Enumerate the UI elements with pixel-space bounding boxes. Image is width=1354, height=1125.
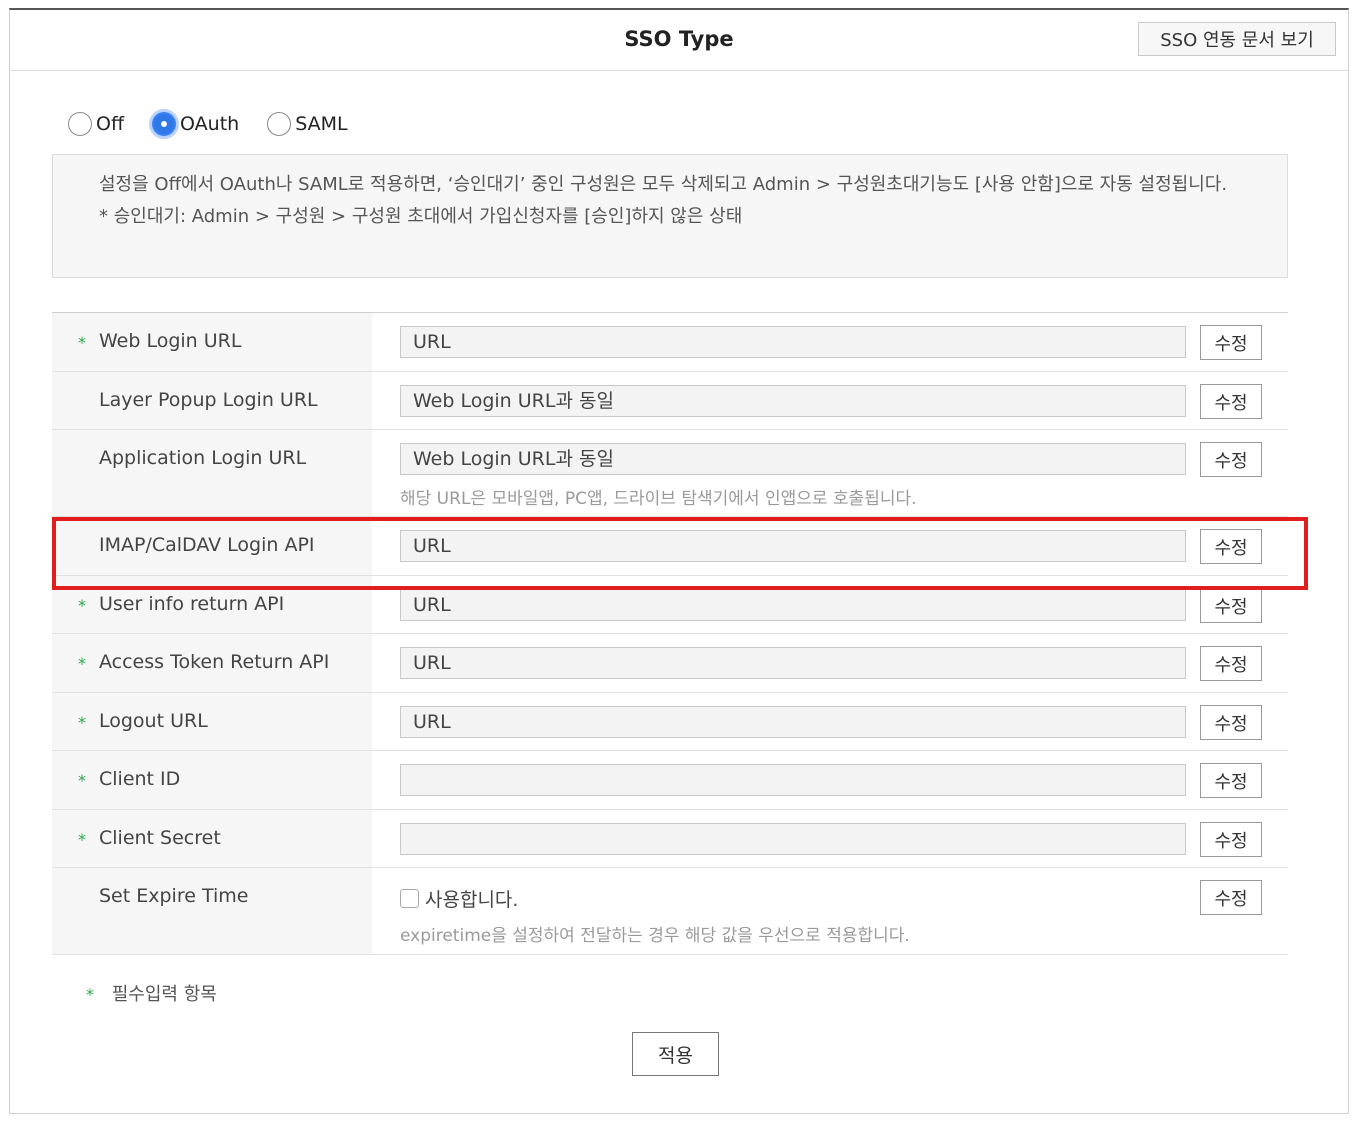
- sso-type-radio-group: Off OAuth SAML: [68, 112, 376, 136]
- required-note: * 필수입력 항목: [86, 980, 217, 1006]
- application-login-url-hint: 해당 URL은 모바일앱, PC앱, 드라이브 탐색기에서 인앱으로 호출됩니다…: [400, 489, 917, 509]
- required-mark: *: [78, 333, 86, 352]
- radio-oauth-circle[interactable]: [152, 112, 177, 136]
- row-label: User info return API: [99, 593, 285, 615]
- row-label: IMAP/CalDAV Login API: [99, 534, 315, 556]
- radio-off-circle[interactable]: [68, 112, 92, 136]
- row-application-login-url: Application Login URL Web Login URL과 동일 …: [52, 430, 1288, 517]
- row-client-secret: * Client Secret 수정: [52, 810, 1288, 868]
- field-cell: Web Login URL과 동일 수정 해당 URL은 모바일앱, PC앱, …: [372, 430, 1288, 516]
- required-mark: *: [78, 713, 86, 732]
- application-login-url-input[interactable]: Web Login URL과 동일: [400, 443, 1186, 475]
- row-access-token-return-api: * Access Token Return API URL 수정: [52, 634, 1288, 693]
- logout-url-input[interactable]: URL: [400, 706, 1186, 738]
- label-cell: Set Expire Time: [52, 868, 372, 954]
- field-cell: URL 수정: [372, 576, 1288, 633]
- radio-off-label: Off: [96, 113, 125, 135]
- row-label: Access Token Return API: [99, 651, 330, 673]
- row-layer-popup-login-url: Layer Popup Login URL Web Login URL과 동일 …: [52, 372, 1288, 430]
- row-label: Client Secret: [99, 827, 221, 849]
- expire-time-checkbox[interactable]: [400, 889, 419, 908]
- radio-oauth[interactable]: OAuth: [152, 112, 239, 136]
- expire-time-hint: expiretime을 설정하여 전달하는 경우 해당 값을 우선으로 적용합니…: [400, 926, 910, 946]
- required-mark: *: [78, 596, 86, 615]
- field-cell: URL 수정: [372, 517, 1288, 575]
- required-mark: *: [78, 771, 86, 790]
- notice-box: 설정을 Off에서 OAuth나 SAML로 적용하면, ‘승인대기’ 중인 구…: [52, 154, 1288, 278]
- required-mark: *: [86, 985, 94, 1004]
- label-cell: * Access Token Return API: [52, 634, 372, 692]
- label-cell: * User info return API: [52, 576, 372, 633]
- radio-saml-circle[interactable]: [267, 112, 292, 136]
- row-label: Set Expire Time: [99, 885, 249, 907]
- label-cell: Application Login URL: [52, 430, 372, 516]
- edit-button-imap-caldav-login-api[interactable]: 수정: [1200, 529, 1262, 564]
- required-mark: *: [78, 830, 86, 849]
- radio-oauth-label: OAuth: [180, 113, 240, 135]
- field-cell: URL 수정: [372, 634, 1288, 692]
- row-label: Application Login URL: [99, 447, 307, 469]
- notice-line-1: 설정을 Off에서 OAuth나 SAML로 적용하면, ‘승인대기’ 중인 구…: [99, 174, 1228, 195]
- required-note-text: 필수입력 항목: [111, 984, 217, 1005]
- row-client-id: * Client ID 수정: [52, 751, 1288, 810]
- row-label: Logout URL: [99, 710, 208, 732]
- notice-line-2: * 승인대기: Admin > 구성원 > 구성원 초대에서 가입신청자를 [승…: [99, 206, 743, 227]
- expire-time-checkbox-wrap[interactable]: 사용합니다.: [400, 885, 518, 912]
- radio-off[interactable]: Off: [68, 112, 124, 136]
- radio-saml[interactable]: SAML: [267, 112, 348, 136]
- access-token-return-api-input[interactable]: URL: [400, 647, 1186, 679]
- field-cell: URL 수정: [372, 313, 1288, 371]
- row-logout-url: * Logout URL URL 수정: [52, 693, 1288, 751]
- layer-popup-login-url-input[interactable]: Web Login URL과 동일: [400, 385, 1186, 417]
- sso-doc-button[interactable]: SSO 연동 문서 보기: [1138, 22, 1336, 56]
- apply-button[interactable]: 적용: [632, 1032, 719, 1076]
- client-secret-input[interactable]: [400, 823, 1186, 855]
- row-user-info-return-api: * User info return API URL 수정: [52, 576, 1288, 634]
- field-cell: URL 수정: [372, 693, 1288, 750]
- panel-header: SSO Type SSO 연동 문서 보기: [10, 10, 1348, 71]
- row-label: Web Login URL: [99, 330, 242, 352]
- imap-caldav-login-api-input[interactable]: URL: [400, 530, 1186, 562]
- edit-button-set-expire-time[interactable]: 수정: [1200, 880, 1262, 915]
- field-cell: 사용합니다. 수정 expiretime을 설정하여 전달하는 경우 해당 값을…: [372, 868, 1288, 954]
- required-mark: *: [78, 654, 86, 673]
- label-cell: * Client Secret: [52, 810, 372, 867]
- edit-button-client-id[interactable]: 수정: [1200, 763, 1262, 798]
- edit-button-logout-url[interactable]: 수정: [1200, 705, 1262, 740]
- client-id-input[interactable]: [400, 764, 1186, 796]
- expire-time-checkbox-label: 사용합니다.: [425, 889, 519, 911]
- label-cell: Layer Popup Login URL: [52, 372, 372, 429]
- field-cell: Web Login URL과 동일 수정: [372, 372, 1288, 429]
- edit-button-access-token-return-api[interactable]: 수정: [1200, 646, 1262, 681]
- label-cell: * Web Login URL: [52, 313, 372, 371]
- edit-button-client-secret[interactable]: 수정: [1200, 822, 1262, 857]
- row-imap-caldav-login-api: IMAP/CalDAV Login API URL 수정: [52, 517, 1288, 576]
- radio-saml-label: SAML: [295, 113, 348, 135]
- label-cell: * Logout URL: [52, 693, 372, 750]
- row-label: Layer Popup Login URL: [99, 389, 318, 411]
- edit-button-web-login-url[interactable]: 수정: [1200, 325, 1262, 360]
- row-label: Client ID: [99, 768, 181, 790]
- user-info-return-api-input[interactable]: URL: [400, 589, 1186, 621]
- label-cell: IMAP/CalDAV Login API: [52, 517, 372, 575]
- row-web-login-url: * Web Login URL URL 수정: [52, 313, 1288, 372]
- edit-button-user-info-return-api[interactable]: 수정: [1200, 588, 1262, 623]
- label-cell: * Client ID: [52, 751, 372, 809]
- edit-button-application-login-url[interactable]: 수정: [1200, 442, 1262, 477]
- web-login-url-input[interactable]: URL: [400, 326, 1186, 358]
- field-cell: 수정: [372, 751, 1288, 809]
- field-cell: 수정: [372, 810, 1288, 867]
- row-set-expire-time: Set Expire Time 사용합니다. 수정 expiretime을 설정…: [52, 868, 1288, 955]
- sso-settings-form: * Web Login URL URL 수정 Layer Popup Login…: [52, 312, 1288, 955]
- edit-button-layer-popup-login-url[interactable]: 수정: [1200, 384, 1262, 419]
